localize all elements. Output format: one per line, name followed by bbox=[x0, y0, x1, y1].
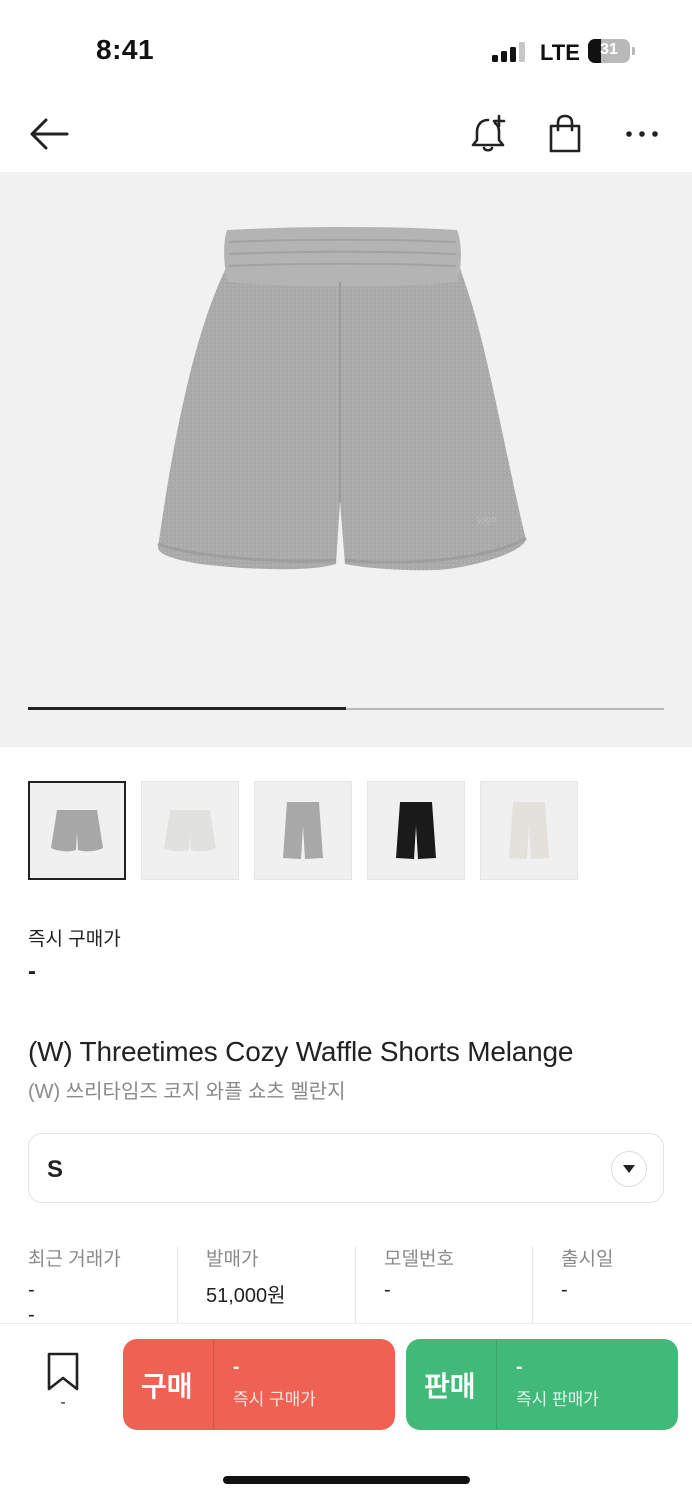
product-name-en: (W) Threetimes Cozy Waffle Shorts Melang… bbox=[28, 1036, 574, 1067]
release-date-col: 출시일 - bbox=[561, 1244, 613, 1324]
buy-label: 구매 bbox=[141, 1371, 193, 1402]
bottom-action-bar: - 구매 - 즉시 구매가 판매 - 즉시 판매가 bbox=[0, 1323, 692, 1500]
bookmark-button[interactable]: - bbox=[38, 1352, 88, 1412]
product-image: logo bbox=[157, 227, 527, 571]
sell-button[interactable]: 판매 - 즉시 판매가 bbox=[406, 1339, 678, 1430]
instant-buy-price-value: - bbox=[28, 958, 36, 985]
release-date-label: 출시일 bbox=[561, 1249, 614, 1270]
bookmark-count: - bbox=[60, 1394, 66, 1411]
thumbnail-grey-shorts[interactable] bbox=[28, 781, 126, 880]
buy-button[interactable]: 구매 - 즉시 구매가 bbox=[123, 1339, 395, 1430]
status-bar: 8:41 LTE 31 bbox=[0, 0, 692, 100]
info-divider bbox=[177, 1246, 178, 1326]
shopping-bag-button[interactable] bbox=[543, 112, 587, 156]
back-button[interactable] bbox=[27, 112, 71, 156]
recent-price-value: - bbox=[28, 1279, 35, 1301]
carousel-progress-track bbox=[28, 707, 664, 710]
thumbnail-image bbox=[283, 801, 323, 859]
buy-price: - bbox=[233, 1357, 240, 1378]
home-indicator bbox=[223, 1476, 470, 1484]
instant-buy-price-label: 즉시 구매가 bbox=[28, 929, 121, 950]
model-number-value: - bbox=[384, 1279, 391, 1301]
product-image-carousel[interactable]: logo bbox=[0, 172, 692, 747]
battery-tip bbox=[632, 47, 635, 55]
release-price-value: 51,000원 bbox=[206, 1285, 286, 1307]
thumbnail-image bbox=[509, 801, 549, 859]
sell-divider bbox=[496, 1339, 497, 1430]
model-number-label: 모델번호 bbox=[384, 1249, 454, 1270]
selected-size: S bbox=[47, 1156, 64, 1183]
model-number-col: 모델번호 - bbox=[384, 1244, 454, 1324]
thumbnail-image bbox=[396, 801, 436, 859]
sell-sub-label: 즉시 판매가 bbox=[516, 1390, 599, 1409]
product-name-ko: (W) 쓰리타임즈 코지 와플 쇼츠 멜란지 bbox=[28, 1081, 346, 1103]
recent-price-col: 최근 거래가 - - bbox=[28, 1244, 121, 1326]
thumbnail-white-shorts[interactable] bbox=[141, 781, 239, 880]
info-divider bbox=[532, 1246, 533, 1326]
release-price-col: 발매가 51,000원 bbox=[206, 1244, 286, 1324]
thumbnail-black-long-shorts[interactable] bbox=[367, 781, 465, 880]
release-price-label: 발매가 bbox=[206, 1249, 259, 1270]
more-horizontal-icon bbox=[626, 131, 658, 137]
info-divider bbox=[355, 1246, 356, 1326]
buy-divider bbox=[213, 1339, 214, 1430]
price-alert-button[interactable] bbox=[466, 112, 510, 156]
carousel-progress-fill bbox=[28, 707, 346, 710]
thumbnail-strip bbox=[28, 781, 578, 880]
size-selector[interactable]: S bbox=[28, 1133, 664, 1203]
battery-level: 31 bbox=[600, 41, 618, 58]
thumbnail-grey-long-shorts[interactable] bbox=[254, 781, 352, 880]
shopping-bag-icon bbox=[549, 114, 581, 153]
chevron-down-icon bbox=[611, 1151, 647, 1187]
thumbnail-ivory-long-shorts[interactable] bbox=[480, 781, 578, 880]
thumbnail-image bbox=[164, 809, 216, 851]
bookmark-icon bbox=[47, 1352, 79, 1391]
arrow-left-icon bbox=[30, 118, 69, 150]
battery-icon: 31 bbox=[588, 39, 630, 63]
recent-price-label: 최근 거래가 bbox=[28, 1249, 121, 1270]
sell-price: - bbox=[516, 1357, 523, 1378]
network-type: LTE bbox=[540, 40, 580, 65]
bell-plus-icon bbox=[471, 114, 506, 152]
thumbnail-image bbox=[51, 809, 103, 851]
release-date-value: - bbox=[561, 1279, 568, 1301]
buy-sub-label: 즉시 구매가 bbox=[233, 1390, 316, 1409]
status-time: 8:41 bbox=[96, 34, 155, 65]
more-button[interactable] bbox=[620, 112, 664, 156]
cellular-signal-icon bbox=[492, 42, 528, 62]
sell-label: 판매 bbox=[424, 1371, 476, 1402]
